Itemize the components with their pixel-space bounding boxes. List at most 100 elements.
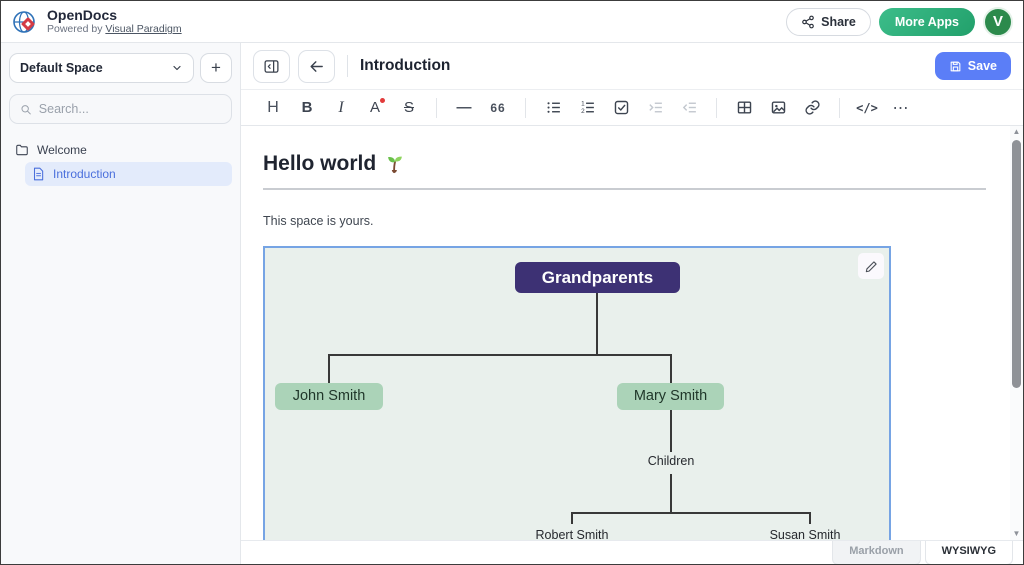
connector-line [328, 354, 330, 384]
opendocs-logo-icon [11, 8, 39, 36]
sidebar-item-label: Welcome [37, 143, 87, 157]
formatting-toolbar: H B I A S — 66 1 2 [241, 89, 1023, 126]
more-apps-label: More Apps [895, 15, 959, 29]
connector-line [571, 512, 811, 514]
editor-footer: Markdown WYSIWYG [241, 540, 1023, 565]
connector-line [571, 512, 573, 524]
heading-rule [263, 188, 986, 190]
link-icon [804, 99, 821, 116]
connector-line [670, 474, 672, 512]
sidebar-item-label: Introduction [53, 167, 116, 181]
tree-label-children: Children [648, 454, 695, 468]
scrollbar-thumb[interactable] [1012, 140, 1021, 388]
more-apps-button[interactable]: More Apps [879, 8, 975, 36]
user-avatar[interactable]: V [983, 7, 1013, 37]
back-arrow-icon [308, 58, 325, 75]
text-color-button[interactable]: A [359, 94, 391, 122]
editor-panel: Introduction Save H B I A S — [241, 43, 1023, 565]
add-space-button[interactable]: + [200, 53, 232, 83]
sidebar-item-introduction[interactable]: Introduction [25, 162, 232, 186]
app-logo: OpenDocs Powered by Visual Paradigm [11, 8, 182, 36]
tree-node-grandparents[interactable]: Grandparents [515, 262, 680, 293]
image-button[interactable] [762, 94, 794, 122]
color-dot [380, 98, 385, 103]
toolbar-separator [436, 98, 437, 118]
tab-wysiwyg[interactable]: WYSIWYG [925, 541, 1013, 565]
scroll-up-arrow[interactable]: ▲ [1010, 126, 1023, 138]
connector-line [670, 354, 672, 384]
italic-button[interactable]: I [325, 94, 357, 122]
document-viewport: Hello world This space is yours. [241, 126, 1023, 540]
toggle-sidebar-button[interactable] [253, 50, 290, 83]
outdent-button[interactable] [673, 94, 705, 122]
indent-button[interactable] [639, 94, 671, 122]
space-selector[interactable]: Default Space [9, 53, 194, 83]
table-icon [736, 99, 753, 116]
bold-button[interactable]: B [291, 94, 323, 122]
strikethrough-button[interactable]: S [393, 94, 425, 122]
scroll-down-arrow[interactable]: ▼ [1010, 528, 1023, 540]
indent-icon [647, 99, 664, 116]
tree-label-susan-smith: Susan Smith [770, 528, 841, 540]
document-body[interactable]: Hello world This space is yours. [241, 126, 1009, 540]
connector-line [596, 293, 598, 354]
text-color-glyph: A [370, 99, 380, 116]
back-button[interactable] [298, 50, 335, 83]
horizontal-rule-button[interactable]: — [448, 94, 480, 122]
share-icon [801, 15, 815, 29]
heading-text: Hello world [263, 152, 376, 176]
toolbar-separator [839, 98, 840, 118]
tree-label-robert-smith: Robert Smith [536, 528, 609, 540]
folder-icon [15, 143, 29, 157]
visual-paradigm-link[interactable]: Visual Paradigm [105, 23, 181, 35]
page-title: Introduction [360, 57, 450, 75]
svg-text:1: 1 [581, 100, 585, 107]
task-list-button[interactable] [605, 94, 637, 122]
app-title: OpenDocs [47, 8, 182, 23]
search-box[interactable] [9, 94, 232, 124]
sidebar: Default Space + Welcome [1, 43, 241, 565]
powered-by-text: Powered by [47, 23, 105, 35]
toolbar-separator [525, 98, 526, 118]
more-options-button[interactable]: ⋯ [885, 94, 917, 122]
pencil-icon [865, 260, 878, 273]
save-button[interactable]: Save [935, 52, 1011, 80]
app-window: OpenDocs Powered by Visual Paradigm Shar… [0, 0, 1024, 565]
document-icon [31, 167, 45, 181]
app-subtitle: Powered by Visual Paradigm [47, 23, 182, 35]
share-button[interactable]: Share [786, 8, 871, 36]
edit-diagram-button[interactable] [858, 253, 884, 279]
search-icon [20, 103, 32, 116]
ordered-list-button[interactable]: 1 2 [571, 94, 603, 122]
document-heading: Hello world [263, 152, 1009, 176]
app-header: OpenDocs Powered by Visual Paradigm Shar… [1, 1, 1023, 43]
header-divider [347, 55, 348, 77]
share-label: Share [821, 15, 856, 29]
toolbar-separator [716, 98, 717, 118]
link-button[interactable] [796, 94, 828, 122]
sidebar-item-welcome[interactable]: Welcome [9, 138, 232, 162]
tab-markdown[interactable]: Markdown [832, 541, 920, 565]
table-button[interactable] [728, 94, 760, 122]
blockquote-button[interactable]: 66 [482, 94, 514, 122]
connector-line [809, 512, 811, 524]
task-list-icon [613, 99, 630, 116]
svg-text:2: 2 [581, 108, 585, 115]
outdent-icon [681, 99, 698, 116]
search-input[interactable] [39, 102, 221, 116]
document-paragraph: This space is yours. [263, 214, 1009, 228]
vertical-scrollbar[interactable]: ▲ ▼ [1010, 126, 1023, 540]
sidebar-toggle-icon [263, 58, 280, 75]
bullet-list-icon [545, 99, 562, 116]
family-tree-diagram[interactable]: Grandparents John Smith Mary Smith Child… [263, 246, 891, 540]
save-label: Save [968, 59, 997, 73]
code-button[interactable]: </> [851, 94, 883, 122]
connector-line [670, 410, 672, 452]
image-icon [770, 99, 787, 116]
space-selector-value: Default Space [20, 61, 103, 75]
bullet-list-button[interactable] [537, 94, 569, 122]
tree-node-mary-smith[interactable]: Mary Smith [617, 383, 724, 410]
tree-node-john-smith[interactable]: John Smith [275, 383, 383, 410]
heading-button[interactable]: H [257, 94, 289, 122]
connector-line [328, 354, 672, 356]
